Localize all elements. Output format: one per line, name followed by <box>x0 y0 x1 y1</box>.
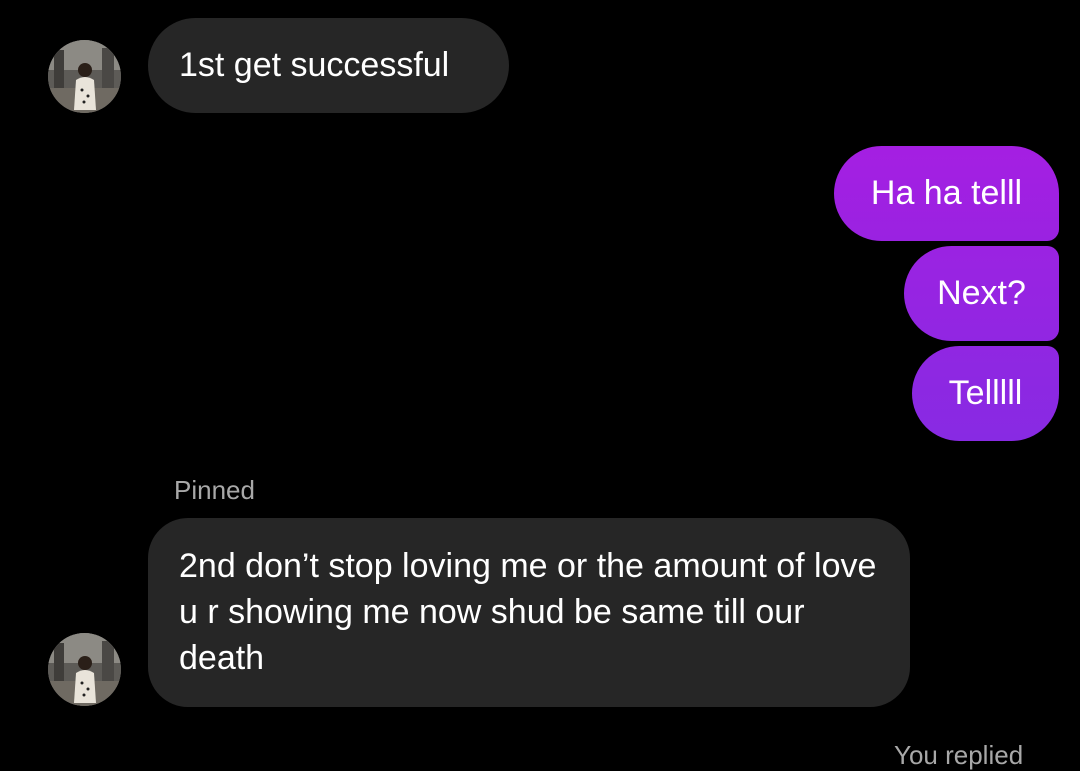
message-text: Telllll <box>948 374 1023 412</box>
sender-avatar[interactable] <box>48 40 121 113</box>
chat-thread: 1st get successful Ha ha telll Next? Tel… <box>0 0 1080 771</box>
message-text: 1st get successful <box>179 46 450 84</box>
outgoing-message-bubble[interactable]: Telllll <box>912 346 1059 441</box>
pinned-message-bubble[interactable]: 2nd don’t stop loving me or the amount o… <box>148 518 910 707</box>
incoming-message-bubble[interactable]: 1st get successful <box>148 18 509 113</box>
message-text: Next? <box>937 274 1026 312</box>
avatar-photo-icon <box>48 40 121 113</box>
message-text: 2nd don’t stop loving me or the amount o… <box>179 547 877 677</box>
sender-avatar[interactable] <box>48 633 121 706</box>
avatar-photo-icon <box>48 633 121 706</box>
outgoing-message-bubble[interactable]: Ha ha telll <box>834 146 1059 241</box>
pinned-label: Pinned <box>174 475 255 505</box>
reply-status: You replied <box>894 740 1024 770</box>
message-text: Ha ha telll <box>870 174 1023 212</box>
outgoing-message-bubble[interactable]: Next? <box>904 246 1059 341</box>
